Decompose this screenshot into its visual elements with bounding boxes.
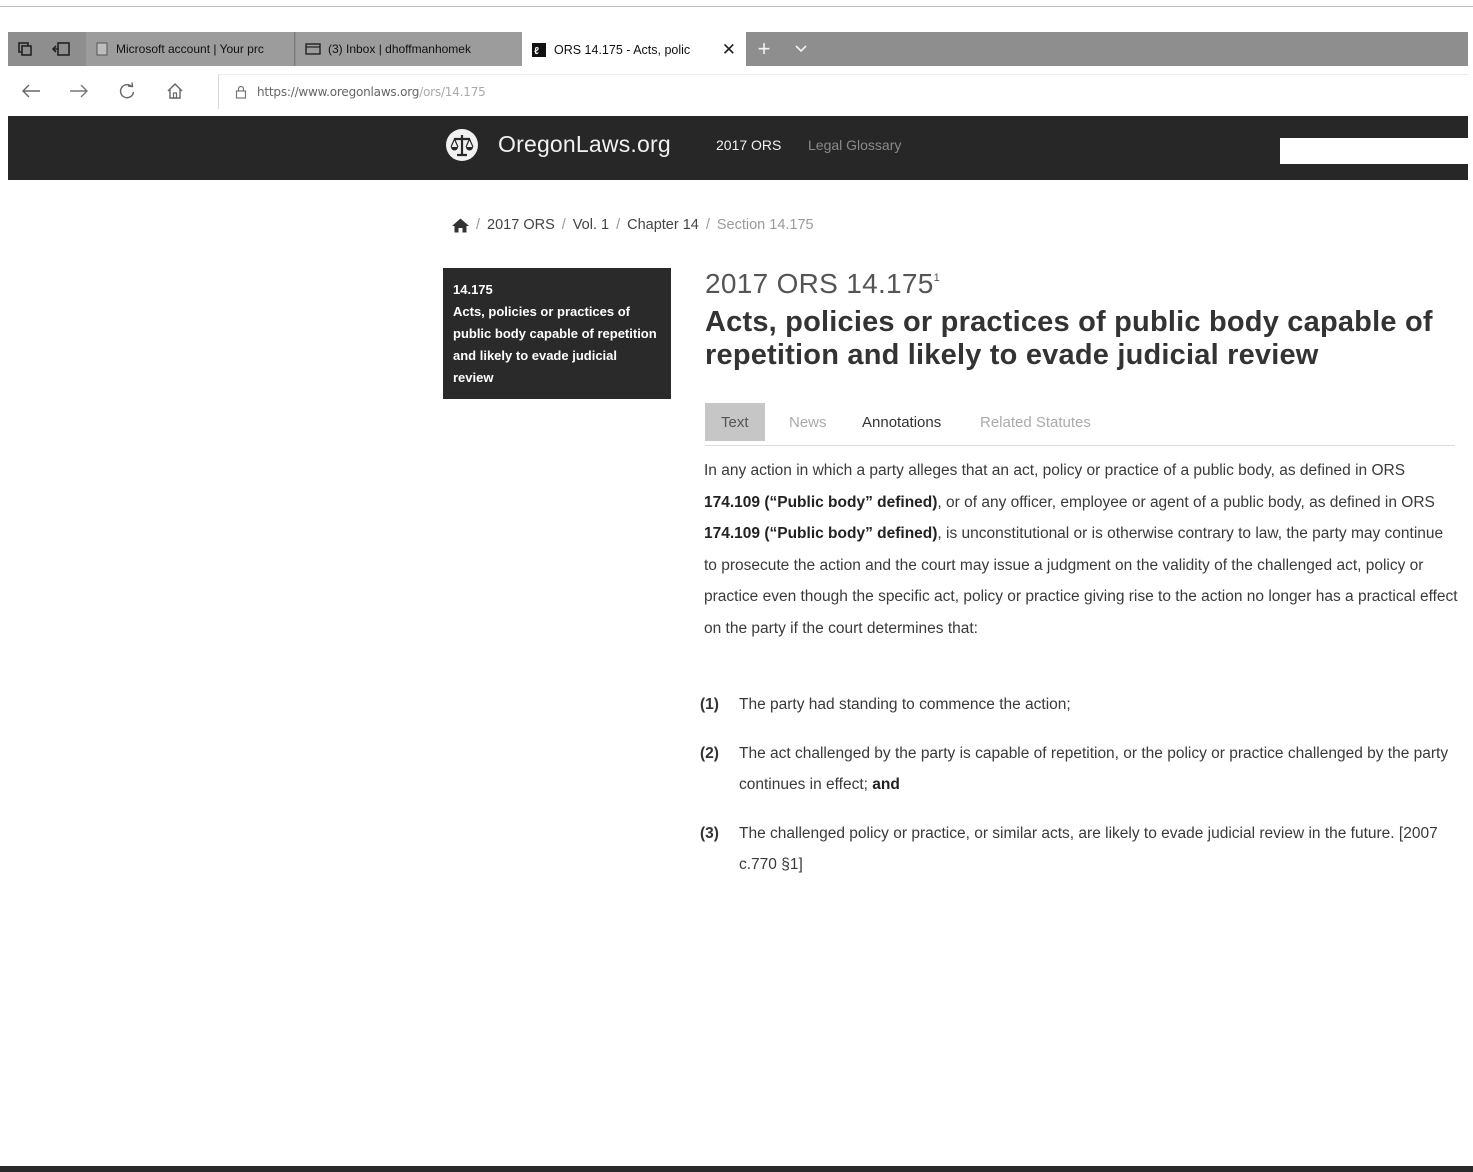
- breadcrumb-separator: /: [561, 217, 566, 233]
- sidebar-section-number: 14.175: [453, 282, 493, 297]
- lock-icon: [235, 85, 247, 99]
- statute-link-174-109[interactable]: 174.109 (“Public body” defined): [704, 525, 937, 542]
- subsection-body: The party had standing to commence the a…: [739, 696, 1071, 713]
- tab-annotations[interactable]: Annotations: [846, 403, 957, 441]
- site-header: OregonLaws.org 2017 ORS Legal Glossary: [8, 116, 1468, 180]
- tab-title: (3) Inbox | dhoffmanhomek: [328, 42, 471, 56]
- nav-link-2017-ors[interactable]: 2017 ORS: [716, 137, 781, 153]
- subsection-text: The act challenged by the party is capab…: [739, 738, 1460, 800]
- forward-arrow-icon[interactable]: [64, 78, 94, 104]
- body-text-part: In any action in which a party alleges t…: [704, 462, 1406, 479]
- scan-edge-bottom: [0, 1166, 1473, 1172]
- body-text-part: , or of any officer, employee or agent o…: [937, 493, 1435, 511]
- subsection-number: (2): [700, 745, 719, 762]
- section-heading: Acts, policies or practices of public bo…: [705, 306, 1433, 371]
- page-title-text: 2017 ORS 14.175: [705, 268, 934, 299]
- tab-related-statutes[interactable]: Related Statutes: [964, 403, 1107, 441]
- breadcrumb: / 2017 ORS / Vol. 1 / Chapter 14 / Secti…: [452, 217, 814, 233]
- statute-body-paragraph: In any action in which a party alleges t…: [704, 455, 1458, 644]
- subsection-body: The act challenged by the party is capab…: [739, 745, 1449, 793]
- home-icon[interactable]: [160, 78, 190, 104]
- statute-link-174-109[interactable]: 174.109 (“Public body” defined): [704, 494, 937, 511]
- nav-link-legal-glossary[interactable]: Legal Glossary: [808, 137, 901, 153]
- section-sidebar-box[interactable]: 14.175 Acts, policies or practices of pu…: [443, 268, 671, 399]
- tab-inbox[interactable]: (3) Inbox | dhoffmanhomek: [296, 32, 523, 66]
- mail-icon: [305, 42, 321, 56]
- content-tabs: Text News Annotations Related Statutes: [705, 403, 1455, 446]
- site-search-input[interactable]: [1280, 138, 1468, 164]
- breadcrumb-chapter-14[interactable]: Chapter 14: [627, 217, 699, 233]
- address-bar[interactable]: https://www.oregonlaws.org/ors/14.175: [218, 74, 1469, 109]
- subsection-body: The challenged policy or practice, or si…: [739, 825, 1438, 873]
- tab-microsoft-account[interactable]: Microsoft account | Your prc: [86, 32, 295, 66]
- page-title: 2017 ORS 14.1751: [705, 268, 940, 300]
- new-tab-plus-icon[interactable]: +: [746, 32, 782, 66]
- browser-tab-strip: Microsoft account | Your prc (3) Inbox |…: [8, 32, 1468, 68]
- page-icon: [95, 42, 109, 56]
- footnote-marker[interactable]: 1: [934, 272, 940, 284]
- tab-title: Microsoft account | Your prc: [116, 42, 264, 56]
- svg-text:ℓ: ℓ: [534, 46, 539, 57]
- oregonlaws-favicon-icon: ℓ: [531, 42, 547, 58]
- sidebar-section-title: Acts, policies or practices of public bo…: [453, 304, 657, 385]
- breadcrumb-vol-1[interactable]: Vol. 1: [573, 217, 609, 233]
- subsection-2: (2) The act challenged by the party is c…: [700, 738, 1460, 800]
- subsection-1: (1) The party had standing to commence t…: [700, 689, 1460, 720]
- breadcrumb-2017-ors[interactable]: 2017 ORS: [487, 217, 555, 233]
- subsection-number: (1): [700, 696, 719, 713]
- url-path: /ors/14.175: [419, 85, 486, 99]
- home-icon[interactable]: [452, 218, 469, 233]
- url-prefix: https://www.oregonlaws.org: [257, 85, 420, 99]
- tab-title: ORS 14.175 - Acts, polic: [554, 43, 691, 57]
- tab-news[interactable]: News: [773, 403, 843, 441]
- scan-edge-top: [0, 6, 1473, 7]
- scales-of-justice-logo-icon[interactable]: [445, 128, 479, 162]
- breadcrumb-separator: /: [616, 217, 621, 233]
- tab-text[interactable]: Text: [705, 403, 765, 441]
- chevron-down-icon[interactable]: [784, 32, 818, 66]
- tab-actions-icon[interactable]: [8, 32, 42, 66]
- breadcrumb-separator: /: [476, 217, 481, 233]
- refresh-icon[interactable]: [112, 78, 142, 104]
- subsection-suffix: and: [872, 776, 900, 793]
- close-tab-icon[interactable]: ✕: [722, 40, 736, 60]
- back-arrow-icon[interactable]: [16, 78, 46, 104]
- subsection-number: (3): [700, 825, 719, 842]
- subsection-text: The party had standing to commence the a…: [739, 689, 1460, 720]
- site-name[interactable]: OregonLaws.org: [498, 131, 671, 158]
- browser-nav-bar: https://www.oregonlaws.org/ors/14.175: [0, 70, 1473, 112]
- tab-ors-14-175[interactable]: ℓ ORS 14.175 - Acts, polic ✕: [522, 32, 746, 68]
- subsection-3: (3) The challenged policy or practice, o…: [700, 818, 1460, 880]
- breadcrumb-separator: /: [705, 217, 710, 233]
- breadcrumb-current-section: Section 14.175: [716, 217, 814, 233]
- subsection-text: The challenged policy or practice, or si…: [739, 818, 1460, 880]
- set-tabs-aside-icon[interactable]: [44, 32, 78, 66]
- url-text: https://www.oregonlaws.org/ors/14.175: [257, 85, 486, 99]
